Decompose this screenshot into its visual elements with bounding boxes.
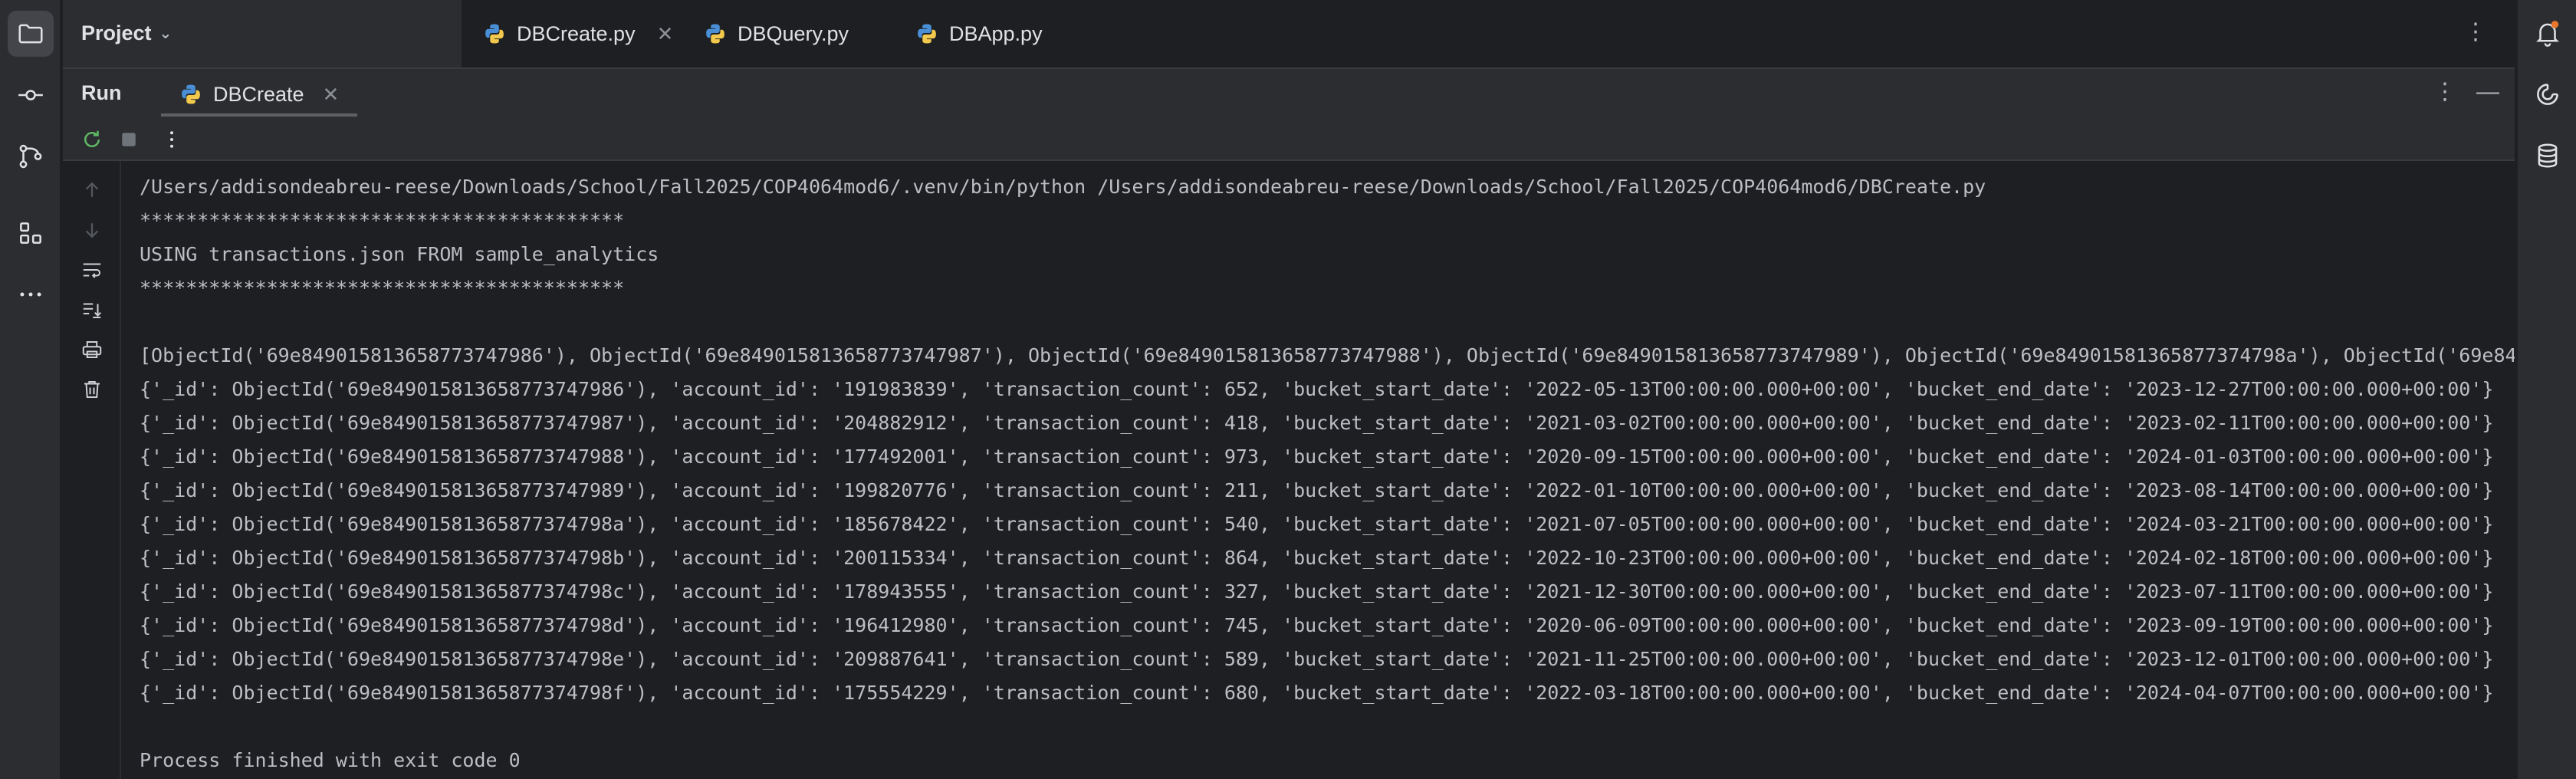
editor-more-icon[interactable]: ⋮ xyxy=(2464,18,2487,45)
python-file-icon xyxy=(918,24,936,44)
project-tool-button[interactable] xyxy=(8,11,54,57)
trash-icon xyxy=(84,381,100,398)
console-line: ****************************************… xyxy=(140,277,625,299)
python-file-icon xyxy=(706,24,724,44)
close-tab-icon[interactable]: ✕ xyxy=(323,83,340,107)
more-icon xyxy=(20,292,41,297)
commit-icon xyxy=(18,90,43,100)
python-file-icon xyxy=(182,84,200,104)
run-tab-label: DBCreate xyxy=(213,82,304,106)
more-options-icon[interactable]: ⋮ xyxy=(2433,78,2456,105)
console-line: {'_id': ObjectId('69e8490158136587737479… xyxy=(140,378,2494,400)
soft-wrap-icon xyxy=(83,263,101,278)
console-side-toolbar xyxy=(63,161,121,779)
console-line: USING transactions.json FROM sample_anal… xyxy=(140,243,659,265)
ide-window: Project ⌄ DBCreate.py ✕ DBQuery.py DBApp… xyxy=(0,0,2576,779)
tab-label: DBCreate.py xyxy=(517,21,636,45)
print-button[interactable] xyxy=(78,336,106,363)
run-header-actions: ⋮ — xyxy=(2433,78,2499,105)
console-line: {'_id': ObjectId('69e8490158136587737479… xyxy=(140,682,2494,704)
console-line: {'_id': ObjectId('69e8490158136587737479… xyxy=(140,513,2494,535)
console-line: /Users/addisondeabreu-reese/Downloads/Sc… xyxy=(140,176,1986,198)
run-tool-window: Run DBCreate ✕ ⋮ — /Users/addisondeabreu… xyxy=(63,67,2515,779)
structure-icon xyxy=(20,222,41,244)
console-line: {'_id': ObjectId('69e8490158136587737479… xyxy=(140,547,2494,569)
console-line: {'_id': ObjectId('69e8490158136587737479… xyxy=(140,580,2494,603)
notifications-button[interactable] xyxy=(2525,11,2570,55)
database-button[interactable] xyxy=(2525,133,2570,178)
project-label: Project xyxy=(81,21,152,44)
database-icon xyxy=(2538,143,2558,168)
more-tools-button[interactable] xyxy=(8,271,54,317)
vcs-tool-button[interactable] xyxy=(8,133,54,179)
console-line: Process finished with exit code 0 xyxy=(140,749,521,771)
console-line: {'_id': ObjectId('69e8490158136587737479… xyxy=(140,445,2494,468)
run-tab-dbcreate[interactable]: DBCreate ✕ xyxy=(161,75,358,117)
console-line: {'_id': ObjectId('69e8490158136587737479… xyxy=(140,614,2494,636)
arrow-up-icon xyxy=(85,182,99,197)
run-title: Run xyxy=(81,81,122,104)
tab-dbcreate[interactable]: DBCreate.py ✕ xyxy=(483,12,673,55)
ai-assistant-icon xyxy=(2537,84,2558,105)
right-tool-strip xyxy=(2516,0,2576,779)
left-tool-strip xyxy=(0,0,61,779)
scroll-down-button[interactable] xyxy=(78,216,106,244)
branch-icon xyxy=(19,144,42,169)
chevron-down-icon: ⌄ xyxy=(159,25,172,42)
project-header: Project ⌄ xyxy=(63,0,462,67)
minimize-icon[interactable]: — xyxy=(2476,79,2499,105)
ai-assistant-button[interactable] xyxy=(2525,72,2570,117)
tab-label: DBApp.py xyxy=(949,21,1043,45)
stop-button[interactable] xyxy=(115,126,143,153)
editor-tabs: DBCreate.py ✕ DBQuery.py DBApp.py ⋮ xyxy=(462,0,2515,67)
project-dropdown[interactable]: Project ⌄ xyxy=(81,21,172,45)
rerun-button[interactable] xyxy=(78,126,106,153)
arrow-down-icon xyxy=(85,223,99,238)
console-line: [ObjectId('69e849015813658773747986'), O… xyxy=(140,344,2515,366)
notifications-icon xyxy=(2536,21,2559,47)
console-line: ****************************************… xyxy=(140,209,625,232)
soft-wrap-button[interactable] xyxy=(78,256,106,284)
console-line: {'_id': ObjectId('69e8490158136587737479… xyxy=(140,648,2494,670)
run-toolbar xyxy=(63,117,2515,161)
tab-dbapp[interactable]: DBApp.py xyxy=(915,12,1043,55)
console-output[interactable]: /Users/addisondeabreu-reese/Downloads/Sc… xyxy=(140,170,2515,779)
folder-icon xyxy=(18,24,43,44)
clear-all-button[interactable] xyxy=(78,376,106,403)
more-vertical-icon xyxy=(170,131,173,148)
print-icon xyxy=(82,341,102,358)
scroll-to-end-icon xyxy=(83,303,101,318)
stop-icon xyxy=(122,133,136,146)
python-file-icon xyxy=(485,24,504,44)
tab-label: DBQuery.py xyxy=(738,21,849,45)
close-tab-icon[interactable]: ✕ xyxy=(657,22,674,46)
rerun-icon xyxy=(84,130,100,147)
scroll-to-end-button[interactable] xyxy=(78,296,106,324)
run-header: Run DBCreate ✕ ⋮ — xyxy=(63,69,2515,117)
scroll-up-button[interactable] xyxy=(78,176,106,204)
toolbar-more-button[interactable] xyxy=(158,126,186,153)
tab-dbquery[interactable]: DBQuery.py xyxy=(704,12,849,55)
console-line: {'_id': ObjectId('69e8490158136587737479… xyxy=(140,412,2494,434)
commit-tool-button[interactable] xyxy=(8,72,54,118)
console-line: {'_id': ObjectId('69e8490158136587737479… xyxy=(140,479,2494,501)
structure-tool-button[interactable] xyxy=(8,210,54,256)
